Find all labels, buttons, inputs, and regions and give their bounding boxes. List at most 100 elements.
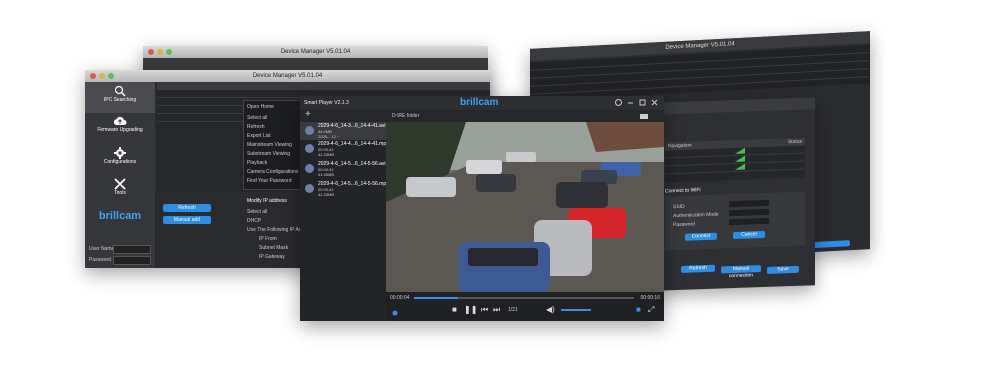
wifi-refresh-button[interactable]: Refresh	[681, 264, 715, 273]
file-name: 2029-4-6_14-3...6_14-4-41.avi	[318, 123, 386, 129]
context-menu-item[interactable]: Refresh	[244, 123, 302, 132]
video-view[interactable]	[386, 122, 664, 292]
playback-controls: 00:00:04 00:00:16 ■ ❚❚ ⏮ ⏭ 1/21 ◀) ■ ⤢	[386, 292, 664, 321]
back-window-titlebar: Device Manager V5.01.04	[143, 46, 488, 58]
context-menu-item[interactable]: Export List	[244, 132, 302, 141]
info-icon[interactable]	[615, 99, 622, 106]
context-menu-item[interactable]: Find Your Password	[244, 177, 302, 186]
user-name-input[interactable]	[113, 245, 151, 254]
file-name: 2029-4-6_14-4...6_14-4-41.mp4	[318, 141, 389, 147]
file-size: 2025-...12 ~	[318, 134, 340, 140]
camera-snapshot-icon[interactable]	[640, 113, 648, 119]
layout-icon[interactable]: ■	[636, 305, 641, 314]
film-icon	[305, 144, 314, 153]
sidebar-label: IPC Searching	[103, 97, 137, 103]
auth-mode-label: Authentication Mode	[673, 211, 719, 220]
prev-frame-icon[interactable]: ⏮	[481, 305, 488, 315]
context-menu-item[interactable]: Mainstream Viewing	[244, 141, 302, 150]
status-label: Status	[787, 138, 802, 146]
signal-icon	[735, 155, 745, 162]
cancel-button[interactable]: Cancel	[733, 230, 765, 240]
connect-wifi-title: Connect to WiFi	[665, 187, 701, 195]
connect-wifi-dialog: SSID Authentication Mode Password Connec…	[665, 191, 805, 251]
manual-add-button[interactable]: Manual add	[163, 216, 211, 224]
film-icon	[305, 164, 314, 173]
file-name: 2029-4-6_14-5...6_14-5-56.mp4	[318, 181, 389, 187]
file-name: 2029-4-6_14-5...6_14-5-56.avi	[318, 161, 386, 167]
player-toolbar: + D:\RE folder	[300, 109, 664, 122]
brand-logo: brillcam	[98, 210, 142, 222]
sidebar-item-configurations[interactable]: Configurations	[85, 144, 155, 175]
file-size: 41.33MB	[318, 192, 335, 198]
settings-icon[interactable]	[392, 310, 398, 316]
manual-connection-button[interactable]: Manual connection	[721, 265, 761, 279]
navigation-label: Navigation	[668, 142, 692, 150]
wifi-password-input[interactable]	[729, 217, 769, 226]
sidebar-item-firmware[interactable]: Firmware Upgrading	[85, 113, 155, 144]
context-menu-item[interactable]: Substream Viewing	[244, 150, 302, 159]
context-menu-item[interactable]: Select all	[244, 114, 302, 123]
context-menu-item[interactable]: Playback	[244, 159, 302, 168]
list-item[interactable]: 2029-4-6_14-5...6_14-5-56.avi 00.00:42 4…	[300, 160, 386, 180]
refresh-button[interactable]: Refresh	[163, 204, 211, 212]
sidebar-item-tools[interactable]: Tools	[85, 175, 155, 206]
connect-button[interactable]: Connect	[685, 232, 717, 241]
device-manager-title: Device Manager V5.01.04	[252, 73, 323, 79]
password-input[interactable]	[113, 256, 151, 265]
player-brand-logo: brillcam	[460, 97, 499, 108]
sidebar-label: Configurations	[103, 159, 137, 165]
folder-path: D:\RE folder	[392, 113, 420, 119]
save-button[interactable]: Save	[767, 265, 799, 274]
file-size: 41.45MB	[318, 172, 335, 178]
close-icon[interactable]	[651, 99, 658, 106]
navigation-table: Navigation Status	[665, 137, 805, 183]
ssid-label: SSID	[673, 203, 685, 211]
ssid-input[interactable]	[729, 199, 769, 208]
context-menu: Open Home Select all Refresh Export List…	[243, 100, 303, 190]
file-list: 2029-4-6_14-3...6_14-4-41.avi 44.0MB 202…	[300, 122, 389, 292]
maximize-window-dot[interactable]	[108, 73, 114, 79]
plus-icon[interactable]: +	[305, 109, 311, 120]
context-menu-item[interactable]: Open Home	[244, 101, 302, 114]
auth-mode-select[interactable]	[729, 208, 769, 217]
progress-bar[interactable]	[414, 297, 634, 299]
search-icon	[114, 85, 126, 97]
list-item[interactable]: 2029-4-6_14-4...6_14-4-41.mp4 00.00:42 4…	[300, 140, 389, 160]
current-time: 00:00:04	[390, 295, 410, 301]
total-time: 00:00:16	[640, 295, 660, 301]
file-size: 41.33MB	[318, 152, 335, 158]
user-name-label: User Name	[89, 246, 115, 252]
parking-lot-video-frame	[386, 122, 664, 292]
next-frame-icon[interactable]: ⏭	[493, 305, 500, 315]
cloud-upload-icon	[113, 116, 127, 125]
list-item[interactable]: 2029-4-6_14-5...6_14-5-56.mp4 00.00:42 4…	[300, 180, 389, 200]
signal-icon	[735, 147, 745, 154]
right-back-title: Device Manager V5.01.04	[665, 41, 735, 51]
volume-slider[interactable]	[561, 309, 591, 311]
table-header	[157, 82, 490, 90]
smart-player-window: Smart Player V2.1.3 brillcam + D:\RE fol…	[300, 96, 664, 321]
volume-icon[interactable]: ◀)	[546, 305, 555, 314]
film-icon	[305, 184, 314, 193]
maximize-icon[interactable]	[639, 99, 646, 106]
sidebar-label: Tools	[114, 190, 126, 196]
fullscreen-icon[interactable]: ⤢	[648, 305, 654, 315]
context-menu-item[interactable]: Camera Configurations	[244, 168, 302, 177]
minimize-window-dot[interactable]	[99, 73, 105, 79]
device-manager-titlebar: Device Manager V5.01.04	[85, 70, 490, 82]
tools-icon	[114, 178, 126, 190]
password-label: Password	[89, 257, 111, 263]
password-label: Password	[673, 221, 695, 229]
sidebar: IPC Searching Firmware Upgrading Configu…	[85, 82, 155, 268]
player-title: Smart Player V2.1.3	[304, 100, 349, 106]
sidebar-label: Firmware Upgrading	[97, 127, 143, 133]
pause-icon[interactable]: ❚❚	[464, 305, 477, 314]
sidebar-item-ipc-searching[interactable]: IPC Searching	[85, 82, 155, 113]
signal-icon	[735, 163, 745, 170]
close-window-dot[interactable]	[90, 73, 96, 79]
right-back-button[interactable]	[810, 240, 850, 249]
minimize-icon[interactable]	[627, 99, 634, 106]
list-item[interactable]: 2029-4-6_14-3...6_14-4-41.avi 44.0MB 202…	[300, 122, 386, 140]
wifi-config-window: Navigation Status Connect to WiFi SSID A…	[655, 97, 815, 291]
stop-icon[interactable]: ■	[452, 305, 457, 314]
